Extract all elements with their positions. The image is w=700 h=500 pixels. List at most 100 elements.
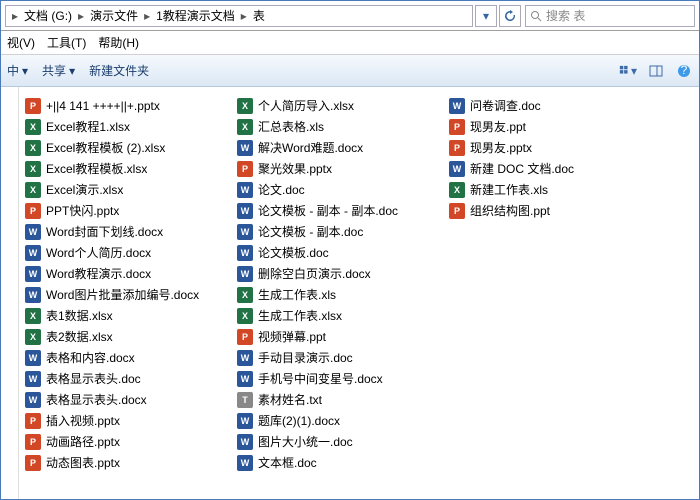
file-name: Word个人简历.docx [46, 244, 151, 261]
file-item[interactable]: W文本框.doc [237, 452, 423, 473]
file-name: 组织结构图.ppt [470, 202, 550, 219]
file-item[interactable]: X生成工作表.xls [237, 284, 423, 305]
file-name: 新建工作表.xls [470, 181, 548, 198]
file-item[interactable]: XExcel教程模板.xlsx [25, 158, 211, 179]
file-item[interactable]: P聚光效果.pptx [237, 158, 423, 179]
breadcrumb-segment[interactable]: 演示文件 [86, 7, 142, 24]
file-item[interactable]: W图片大小统一.doc [237, 431, 423, 452]
file-name: 视频弹幕.ppt [258, 328, 326, 345]
file-item[interactable]: P插入视频.pptx [25, 410, 211, 431]
file-item[interactable]: W解决Word难题.docx [237, 137, 423, 158]
file-name: Excel演示.xlsx [46, 181, 123, 198]
file-item[interactable]: W论文模板 - 副本 - 副本.doc [237, 200, 423, 221]
view-options-icon[interactable]: ▾ [619, 62, 637, 80]
file-item[interactable]: P +||4 141 ++++||+.pptx [25, 95, 211, 116]
file-item[interactable]: PPPT快闪.pptx [25, 200, 211, 221]
file-item[interactable]: P视频弹幕.ppt [237, 326, 423, 347]
chevron-right-icon: ▸ [142, 9, 152, 23]
docx-file-icon: W [25, 392, 41, 408]
file-item[interactable]: X个人简历导入.xlsx [237, 95, 423, 116]
file-item[interactable]: W题库(2)(1).docx [237, 410, 423, 431]
svg-text:?: ? [681, 64, 688, 77]
file-item[interactable]: W删除空白页演示.docx [237, 263, 423, 284]
menu-help[interactable]: 帮助(H) [98, 34, 139, 51]
file-item[interactable]: W手机号中间变星号.docx [237, 368, 423, 389]
file-name: Word图片批量添加编号.docx [46, 286, 199, 303]
file-name: 个人简历导入.xlsx [258, 97, 354, 114]
file-name: 表2数据.xlsx [46, 328, 113, 345]
file-item[interactable]: W表格显示表头.doc [25, 368, 211, 389]
dropdown-button[interactable]: ▾ [475, 5, 497, 27]
file-name: 素材姓名.txt [258, 391, 322, 408]
file-item[interactable]: P现男友.ppt [449, 116, 635, 137]
menu-tools[interactable]: 工具(T) [47, 34, 86, 51]
file-item[interactable]: W 问卷调查.doc [449, 95, 635, 116]
menu-view[interactable]: 视(V) [7, 34, 35, 51]
file-item[interactable]: WWord封面下划线.docx [25, 221, 211, 242]
refresh-button[interactable] [499, 5, 521, 27]
file-item[interactable]: XExcel教程1.xlsx [25, 116, 211, 137]
docx-file-icon: W [237, 182, 253, 198]
file-item[interactable]: W表格显示表头.docx [25, 389, 211, 410]
pptx-file-icon: P [25, 413, 41, 429]
help-icon[interactable]: ? [675, 62, 693, 80]
nav-pane[interactable] [1, 87, 19, 499]
file-item[interactable]: X表2数据.xlsx [25, 326, 211, 347]
breadcrumb-segment[interactable]: 表 [249, 7, 269, 24]
file-name: +||4 141 ++++||+.pptx [46, 99, 160, 113]
docx-file-icon: W [449, 161, 465, 177]
breadcrumb[interactable]: ▸文档 (G:)▸演示文件▸1教程演示文档▸表 [5, 5, 473, 27]
docx-file-icon: W [237, 413, 253, 429]
docx-file-icon: W [25, 350, 41, 366]
file-item[interactable]: XExcel教程模板 (2).xlsx [25, 137, 211, 158]
pptx-file-icon: P [449, 203, 465, 219]
file-item[interactable]: X 新建工作表.xls [449, 179, 635, 200]
file-item[interactable]: WWord图片批量添加编号.docx [25, 284, 211, 305]
toolbar: 中 ▾ 共享 ▾ 新建文件夹 ▾ ? [1, 55, 699, 87]
new-folder-button[interactable]: 新建文件夹 [89, 62, 149, 79]
file-item[interactable]: T素材姓名.txt [237, 389, 423, 410]
file-item[interactable]: WWord教程演示.docx [25, 263, 211, 284]
file-item[interactable]: P动态图表.pptx [25, 452, 211, 473]
file-item[interactable]: W论文模板 - 副本.doc [237, 221, 423, 242]
xlsx-file-icon: X [25, 140, 41, 156]
file-item[interactable]: W论文.doc [237, 179, 423, 200]
breadcrumb-segment[interactable]: 文档 (G:) [20, 7, 76, 24]
file-name: 手动目录演示.doc [258, 349, 353, 366]
docx-file-icon: W [237, 350, 253, 366]
open-button[interactable]: 中 ▾ [7, 62, 28, 79]
file-item[interactable]: WWord个人简历.docx [25, 242, 211, 263]
pptx-file-icon: P [25, 98, 41, 114]
xlsx-file-icon: X [237, 287, 253, 303]
menu-bar: 视(V) 工具(T) 帮助(H) [1, 31, 699, 55]
docx-file-icon: W [237, 203, 253, 219]
file-item[interactable]: W新建 DOC 文档.doc [449, 158, 635, 179]
file-item[interactable]: P现男友.pptx [449, 137, 635, 158]
file-item[interactable]: W论文模板.doc [237, 242, 423, 263]
file-name: 表格显示表头.doc [46, 370, 141, 387]
search-input[interactable]: 搜索 表 [525, 5, 695, 27]
file-name: 解决Word难题.docx [258, 139, 363, 156]
docx-file-icon: W [237, 455, 253, 471]
file-item[interactable]: X生成工作表.xlsx [237, 305, 423, 326]
breadcrumb-segment[interactable]: 1教程演示文档 [152, 7, 239, 24]
file-item[interactable]: XExcel演示.xlsx [25, 179, 211, 200]
file-name: 现男友.ppt [470, 118, 526, 135]
file-item[interactable]: W表格和内容.docx [25, 347, 211, 368]
share-button[interactable]: 共享 ▾ [42, 62, 75, 79]
file-name: Word教程演示.docx [46, 265, 151, 282]
docx-file-icon: W [237, 371, 253, 387]
file-name: 问卷调查.doc [470, 97, 541, 114]
docx-file-icon: W [237, 266, 253, 282]
file-item[interactable]: P动画路径.pptx [25, 431, 211, 452]
file-item[interactable]: P 组织结构图.ppt [449, 200, 635, 221]
refresh-icon [504, 10, 516, 22]
file-item[interactable]: X汇总表格.xls [237, 116, 423, 137]
file-name: PPT快闪.pptx [46, 202, 119, 219]
xlsx-file-icon: X [449, 182, 465, 198]
file-name: 论文模板.doc [258, 244, 329, 261]
preview-pane-icon[interactable] [647, 62, 665, 80]
file-item[interactable]: X表1数据.xlsx [25, 305, 211, 326]
docx-file-icon: W [449, 98, 465, 114]
file-item[interactable]: W 手动目录演示.doc [237, 347, 423, 368]
